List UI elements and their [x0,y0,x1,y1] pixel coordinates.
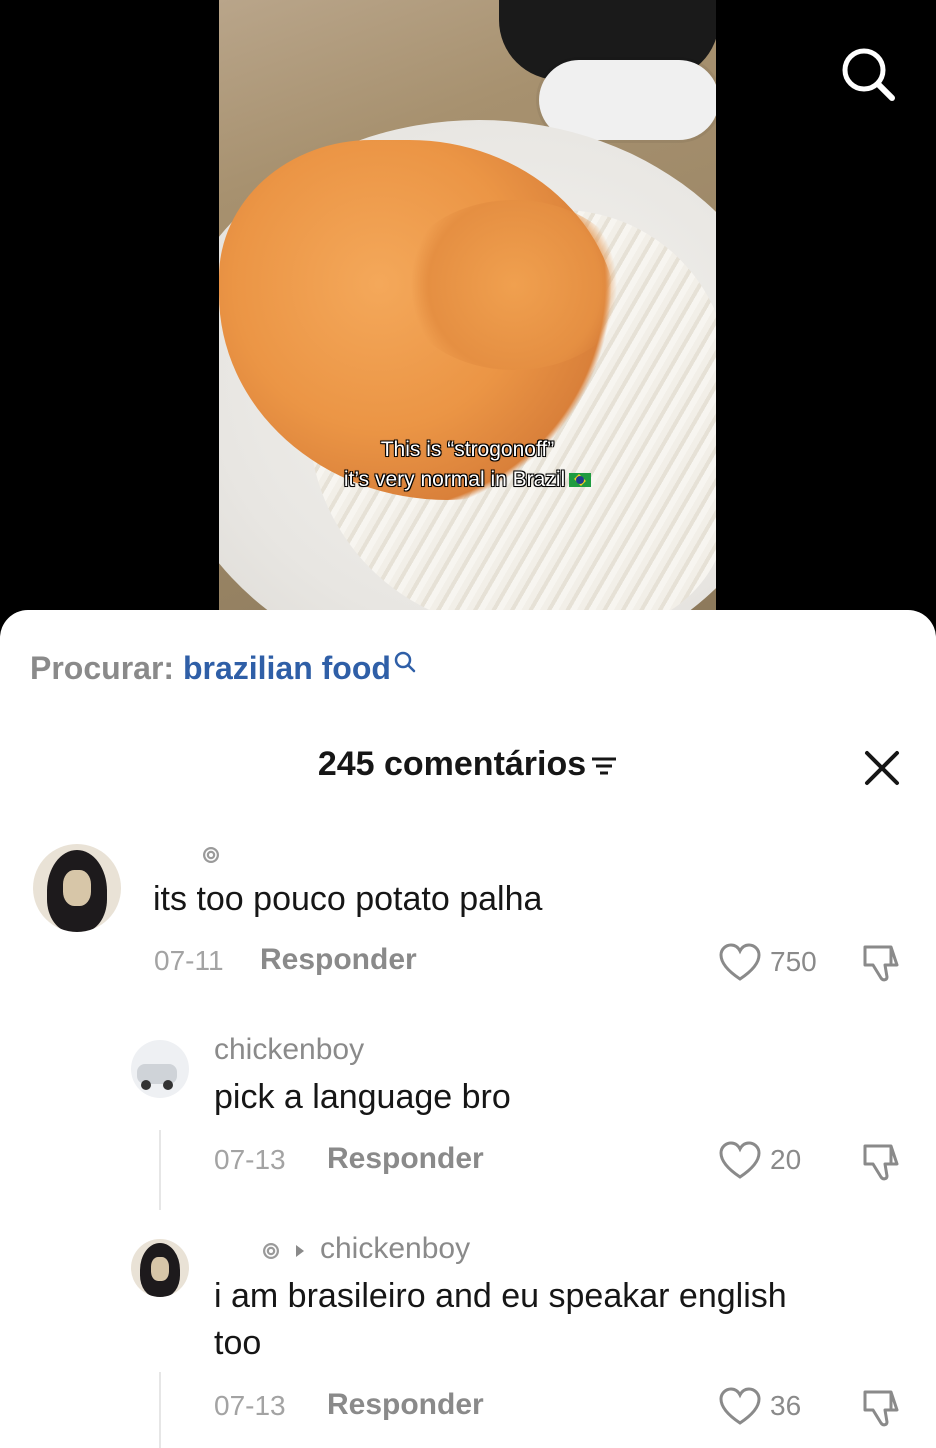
username[interactable]: chickenboy [214,1033,364,1067]
search-term-link[interactable]: brazilian food [183,650,391,686]
avatar[interactable] [131,1040,189,1098]
avatar[interactable] [33,844,121,932]
heart-icon[interactable] [719,1141,761,1181]
avatar-wheel [163,1080,173,1090]
search-icon[interactable] [838,44,898,104]
comment-date: 07-13 [214,1144,286,1175]
spiral-icon [263,1243,279,1259]
search-prefix: Procurar: [30,650,175,686]
reply-to-username[interactable]: chickenboy [320,1232,470,1266]
reply-button[interactable]: Responder [327,1388,484,1422]
thread-line [159,1130,161,1210]
dislike-icon[interactable] [861,1386,903,1428]
brazil-flag-icon [569,473,592,488]
search-icon [394,651,416,673]
like-count: 750 [770,946,817,977]
comment-date: 07-11 [154,945,224,976]
like-count: 36 [770,1390,802,1421]
close-icon[interactable] [862,748,902,788]
reply-button[interactable]: Responder [260,943,417,977]
avatar-face [63,870,91,906]
comment-text-line-2: too [214,1324,262,1362]
comments-count-header[interactable]: 245 comentários [0,745,936,784]
comment-text: pick a language bro [214,1078,511,1116]
heart-icon[interactable] [719,1387,761,1427]
heart-icon[interactable] [719,943,761,983]
search-suggestion[interactable]: Procurar: brazilian food [30,650,417,687]
avatar-wheel [141,1080,151,1090]
avatar-face [151,1257,169,1281]
video-caption-line-2: it’s very normal in Brazil [219,468,716,492]
dislike-icon[interactable] [861,1140,903,1182]
comment-date: 07-13 [214,1390,286,1421]
comment-text-line-1: i am brasileiro and eu speakar english [214,1277,787,1315]
comments-sheet [0,610,936,1448]
strogonoff-image [399,200,629,370]
filter-icon[interactable] [590,755,618,777]
video-caption-line-1: This is “strogonoff” [380,438,555,461]
video-background-object [539,60,716,140]
caption-text: it’s very normal in Brazil [343,468,566,491]
video-player[interactable]: This is “strogonoff” it’s very normal in… [0,0,936,640]
like-count: 20 [770,1144,802,1175]
thread-line [159,1372,161,1448]
dislike-icon[interactable] [861,941,903,983]
avatar[interactable] [131,1239,189,1297]
video-frame: This is “strogonoff” it’s very normal in… [219,0,716,610]
comment-text: its too pouco potato palha [153,880,543,918]
reply-arrow-icon [296,1245,304,1257]
comments-count: 245 comentários [317,745,587,783]
spiral-icon [203,847,219,863]
reply-button[interactable]: Responder [327,1142,484,1176]
